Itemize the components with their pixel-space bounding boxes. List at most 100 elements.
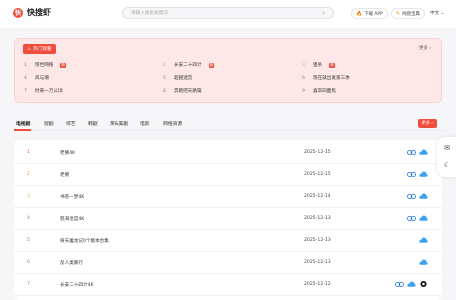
baidu-drive-icon[interactable] <box>407 192 416 200</box>
list-row[interactable]: 3 书卷一梦4K 2025-12-14 <box>14 186 442 208</box>
row-title[interactable]: 反人类暴行 <box>60 260 83 266</box>
feedback-icon[interactable]: ✉ <box>442 143 452 153</box>
baidu-drive-icon[interactable] <box>395 280 404 288</box>
hot-item[interactable]: 8 奔跑吧天路篇 <box>163 88 202 95</box>
row-date: 2025-12-13 <box>304 260 331 265</box>
row-title[interactable]: 长安二十四计4K <box>60 282 94 288</box>
hot-title: 奔跑吧天路篇 <box>174 89 202 94</box>
hot-item[interactable]: 9 喜卒四面焦 <box>302 88 336 95</box>
flame-icon: 🔥 <box>356 10 363 17</box>
vip-button[interactable]: ✎ 网盘宝典 <box>391 8 425 19</box>
language-label: 中文 <box>430 11 440 16</box>
row-date: 2025-12-15 <box>304 150 331 155</box>
hot-item[interactable]: 5 超越迷宫 <box>163 75 193 82</box>
hot-title: 长安二十四计 <box>174 63 202 68</box>
hot-item[interactable]: 2 长安二十四计 新 <box>163 62 215 68</box>
row-title[interactable]: 怒海沧官4K <box>60 216 84 222</box>
resource-list: 1 老舅4K 2025-12-15 2 老舅 2025-12-15 3 书卷一梦… <box>14 140 442 300</box>
tab-tv-series[interactable]: 电视剧 <box>16 120 30 127</box>
hot-item[interactable]: 4 风与潮 <box>24 75 49 82</box>
hot-rank: 2 <box>163 62 166 68</box>
cloud-drive-icon[interactable] <box>419 214 428 222</box>
hot-title: 喜卒四面焦 <box>313 89 336 94</box>
hot-rank: 3 <box>302 62 305 68</box>
row-title[interactable]: 倚天屠龙记0个版本合集 <box>60 238 109 244</box>
list-row[interactable]: 2 老舅 2025-12-15 <box>14 164 442 186</box>
tabs-more-button[interactable]: 更多 › <box>417 119 437 128</box>
hot-title: 时来一万公顷 <box>35 89 63 94</box>
row-rank: 7 <box>27 282 30 287</box>
search-input[interactable]: 请输入搜索关键词 <box>131 10 168 16</box>
baidu-drive-icon[interactable] <box>407 214 416 222</box>
baidu-drive-icon[interactable] <box>407 148 416 156</box>
new-badge: 新 <box>60 62 66 68</box>
hot-item[interactable]: 1 惊世网络 新 <box>24 62 66 68</box>
download-app-button[interactable]: 🔥 下载 APP <box>351 8 388 19</box>
search-box[interactable]: 请输入搜索关键词 ⌕ <box>122 7 334 19</box>
row-drive-icons <box>419 236 428 244</box>
list-row[interactable]: 1 老舅4K 2025-12-15 <box>14 142 442 164</box>
tab-korean-drama[interactable]: 韩剧 <box>88 120 98 127</box>
list-row[interactable]: 4 怒海沧官4K 2025-12-13 <box>14 208 442 230</box>
floating-toolbar: ✉ ☾ <box>437 137 456 177</box>
new-badge: 新 <box>329 62 335 68</box>
cloud-drive-icon[interactable] <box>419 236 428 244</box>
row-title[interactable]: 老舅4K <box>60 150 75 156</box>
hot-title: 超越迷宫 <box>174 76 193 81</box>
cloud-drive-icon[interactable] <box>419 258 428 266</box>
download-app-label: 下载 APP <box>364 11 383 17</box>
tab-movie[interactable]: 电影 <box>140 120 150 127</box>
quark-drive-icon[interactable] <box>419 280 428 288</box>
hot-more-label: 更多 <box>419 46 428 51</box>
row-date: 2025-12-15 <box>304 172 331 177</box>
tabs-more-label: 更多 <box>421 120 430 125</box>
hot-item[interactable]: 3 狙杀 新 <box>302 62 335 68</box>
hot-title: 现在就出发第三季 <box>313 76 350 81</box>
list-row[interactable]: 5 倚天屠龙记0个版本合集 2025-12-13 <box>14 230 442 252</box>
tab-short-drama[interactable]: 短剧 <box>44 120 54 127</box>
category-tabs: 电视剧 短剧 综艺 韩剧 英&美剧 电影 网络资源 更多 › <box>14 117 442 131</box>
cloud-drive-icon[interactable] <box>407 280 416 288</box>
row-drive-icons <box>419 258 428 266</box>
row-rank: 1 <box>27 150 30 155</box>
hot-title: 惊世网络 <box>35 63 54 68</box>
row-drive-icons <box>407 214 428 222</box>
top-bar: 快 快搜虾 请输入搜索关键词 ⌕ 🔥 下载 APP ✎ 网盘宝典 中文 ⌄ <box>0 0 456 28</box>
app-name: 快搜虾 <box>27 8 51 17</box>
row-title[interactable]: 老舅 <box>60 172 69 178</box>
cloud-drive-icon[interactable] <box>419 170 428 178</box>
chevron-right-icon: › <box>431 120 433 125</box>
hot-more-link[interactable]: 更多 › <box>419 45 431 51</box>
hot-badge-label: 热门观看 <box>33 47 52 52</box>
logo-icon: 快 <box>13 7 23 18</box>
baidu-drive-icon[interactable] <box>407 170 416 178</box>
list-row[interactable]: 6 反人类暴行 2025-12-13 <box>14 252 442 274</box>
vip-icon: ✎ <box>396 10 401 17</box>
search-icon[interactable]: ⌕ <box>322 10 325 16</box>
logo[interactable]: 快 快搜虾 <box>13 7 51 18</box>
chevron-right-icon: › <box>429 46 431 51</box>
list-row[interactable]: 7 长安二十四计4K 2025-12-12 <box>14 274 442 296</box>
tab-variety[interactable]: 综艺 <box>66 120 76 127</box>
hot-rank: 7 <box>24 88 27 94</box>
dark-mode-icon[interactable]: ☾ <box>442 160 452 170</box>
row-date: 2025-12-14 <box>304 194 331 199</box>
row-date: 2025-12-13 <box>304 238 331 243</box>
chevron-down-icon: ⌄ <box>440 11 445 16</box>
hot-rank: 1 <box>24 62 27 68</box>
row-title[interactable]: 书卷一梦4K <box>60 194 84 200</box>
row-drive-icons <box>395 280 428 288</box>
hot-badge: ♨ 热门观看 <box>23 44 56 54</box>
hot-item[interactable]: 6 现在就出发第三季 <box>302 75 350 82</box>
hot-title: 风与潮 <box>35 76 49 81</box>
hot-rank: 5 <box>163 75 166 81</box>
row-rank: 4 <box>27 216 30 221</box>
tab-us-uk-drama[interactable]: 英&美剧 <box>110 120 128 127</box>
row-date: 2025-12-13 <box>304 216 331 221</box>
cloud-drive-icon[interactable] <box>419 148 428 156</box>
hot-rank: 9 <box>302 88 305 94</box>
tab-web-resources[interactable]: 网络资源 <box>163 120 182 127</box>
language-switcher[interactable]: 中文 ⌄ <box>430 10 445 16</box>
hot-item[interactable]: 7 时来一万公顷 <box>24 88 63 95</box>
cloud-drive-icon[interactable] <box>419 192 428 200</box>
